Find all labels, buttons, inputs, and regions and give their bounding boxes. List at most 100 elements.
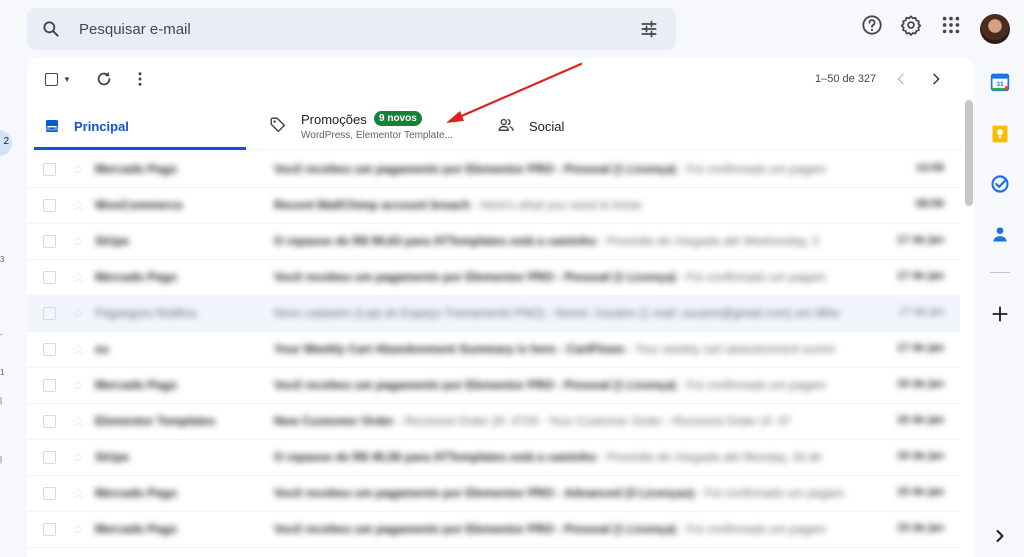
add-icon[interactable]: [990, 304, 1010, 324]
email-snippet: - Previsão de chegada até Monday, 16 de: [596, 450, 822, 464]
table-row[interactable]: ☆ Elementor Templates New Customer Order -…: [27, 404, 960, 440]
row-checkbox[interactable]: [43, 199, 56, 212]
chevron-left-icon[interactable]: [893, 68, 909, 90]
table-row[interactable]: ☆ Mercado Pago Você recebeu um pagamento p…: [27, 152, 960, 188]
tab-promocoes[interactable]: Promoções 9 novos WordPress, Elementor T…: [262, 100, 472, 150]
email-sender: WooCommerce: [95, 198, 183, 212]
search-input[interactable]: [79, 17, 619, 41]
table-row[interactable]: ☆ Stripe O repasse de R$ 45,56 para ATTemp…: [27, 440, 960, 476]
tab-principal[interactable]: Principal: [34, 100, 246, 150]
star-icon[interactable]: ☆: [72, 413, 85, 430]
keep-icon[interactable]: [990, 124, 1010, 144]
email-snippet: - Received Order (R: 4729 - Your Custome…: [394, 414, 791, 428]
email-date: 17 de jan: [896, 342, 944, 354]
email-subject: New Customer Order - Received Order (R: …: [274, 414, 859, 428]
email-subject: Your Weekly Cart Abandonment Summary is …: [274, 342, 859, 356]
email-date: 17 de jan: [898, 306, 944, 318]
email-snippet: - Foi confirmado um pagam: [694, 486, 845, 500]
star-icon[interactable]: ☆: [72, 197, 85, 214]
email-subject-text: Novo cadastro (Loja do Espaço Treinament…: [274, 306, 545, 320]
row-checkbox[interactable]: [43, 271, 56, 284]
more-vert-icon[interactable]: [131, 68, 149, 90]
tab-social-label: Social: [529, 119, 565, 134]
contacts-icon[interactable]: [990, 224, 1010, 244]
row-checkbox[interactable]: [43, 415, 56, 428]
email-snippet: - Here's what you need to know: [470, 198, 642, 212]
email-subject-text: Você recebeu um pagamento por Elementor …: [274, 270, 676, 284]
scrollbar-thumb[interactable]: [965, 100, 973, 206]
chevron-right-icon[interactable]: [928, 68, 944, 90]
star-icon[interactable]: ☆: [72, 305, 85, 322]
row-checkbox[interactable]: [43, 451, 56, 464]
row-checkbox[interactable]: [43, 379, 56, 392]
nav-active-indicator[interactable]: 2: [0, 130, 12, 156]
search-bar[interactable]: [27, 8, 676, 50]
search-icon[interactable]: [41, 19, 61, 39]
email-date: 16 de jan: [896, 414, 944, 426]
email-subject-text: O repasse de R$ 45,56 para ATTemplates e…: [274, 450, 597, 464]
select-all-checkbox[interactable]: ▼: [41, 68, 75, 90]
email-subject: Você recebeu um pagamento por Elementor …: [274, 378, 859, 392]
table-row[interactable]: ☆ eu Your Weekly Cart Abandonment Summary …: [27, 332, 960, 368]
star-icon[interactable]: ☆: [72, 233, 85, 250]
table-row[interactable]: ☆ Stripe O repasse de R$ 99,63 para ATTemp…: [27, 224, 960, 260]
refresh-icon[interactable]: [94, 68, 114, 90]
star-icon[interactable]: ☆: [72, 449, 85, 466]
calendar-icon[interactable]: 31: [990, 72, 1010, 92]
chevron-down-icon[interactable]: ▼: [63, 75, 71, 84]
category-tabs: Principal Promoções 9 novos WordPress, E…: [27, 100, 974, 150]
star-icon[interactable]: ☆: [72, 521, 85, 538]
table-row[interactable]: ☆ Mercado Pago Você recebeu um pagamento p…: [27, 368, 960, 404]
nav-fragment: |: [0, 396, 3, 405]
email-snippet: - Your weekly cart abandonment summ: [624, 342, 836, 356]
email-subject: Novo cadastro (Loja do Espaço Treinament…: [274, 306, 859, 320]
table-row[interactable]: ☆ Mercado Pago Você recebeu um pagamento p…: [27, 476, 960, 512]
table-row[interactable]: ☆ Mercado Pago Você recebeu um pagamento p…: [27, 512, 960, 548]
nav-fragment: |: [0, 455, 3, 464]
table-row[interactable]: ☆ WooCommerce Recent MailChimp account bre…: [27, 188, 960, 224]
row-checkbox[interactable]: [43, 163, 56, 176]
inbox-icon: [46, 120, 58, 132]
email-date: 17 de jan: [896, 270, 944, 282]
expand-icon[interactable]: [990, 526, 1010, 546]
star-icon[interactable]: ☆: [72, 161, 85, 178]
email-snippet: - Foi confirmado um pagam: [675, 270, 826, 284]
row-checkbox[interactable]: [43, 487, 56, 500]
email-subject-text: Você recebeu um pagamento por Elementor …: [274, 522, 676, 536]
email-sender: Mercado Pago: [95, 378, 178, 392]
email-sender: Elementor Templates: [95, 414, 216, 428]
star-icon[interactable]: ☆: [72, 341, 85, 358]
row-checkbox[interactable]: [43, 523, 56, 536]
star-icon[interactable]: ☆: [72, 377, 85, 394]
checkbox-icon[interactable]: [45, 72, 59, 86]
pagination-count: 1–50 de 327: [815, 73, 877, 85]
email-sender: Mercado Pago: [95, 522, 178, 536]
email-subject-text: Você recebeu um pagamento por Elementor …: [274, 486, 695, 500]
mail-panel: ▼ 1–50 de 327 Principal Promoções 9 novo…: [27, 58, 974, 557]
email-subject-text: O repasse de R$ 99,63 para ATTemplates e…: [274, 234, 597, 248]
tasks-icon[interactable]: [990, 174, 1010, 194]
star-icon[interactable]: ☆: [72, 269, 85, 286]
star-icon[interactable]: ☆: [72, 485, 85, 502]
avatar[interactable]: [980, 14, 1010, 44]
row-checkbox[interactable]: [43, 343, 56, 356]
scrollbar[interactable]: [964, 100, 974, 557]
table-row[interactable]: ☆ Pagseguro Notifica Novo cadastro (Loja d…: [27, 296, 960, 332]
tab-social[interactable]: Social: [490, 100, 700, 150]
settings-icon[interactable]: [900, 14, 922, 36]
row-checkbox[interactable]: [43, 235, 56, 248]
svg-text:31: 31: [996, 81, 1004, 88]
email-sender: Mercado Pago: [95, 270, 178, 284]
table-row[interactable]: ☆ Mercado Pago Você recebeu um pagamento p…: [27, 260, 960, 296]
row-checkbox[interactable]: [43, 307, 56, 320]
tune-icon[interactable]: [639, 19, 659, 39]
email-snippet: - Foi confirmado um pagam: [675, 162, 826, 176]
email-date: 14:09: [915, 162, 944, 174]
help-icon[interactable]: [861, 14, 883, 36]
email-list: ☆ Mercado Pago Você recebeu um pagamento p…: [27, 152, 960, 548]
apps-grid-icon[interactable]: [940, 14, 962, 36]
email-date: 16 de jan: [896, 450, 944, 462]
email-date: 15 de jan: [896, 486, 944, 498]
tag-icon: [270, 117, 286, 133]
email-sender: Stripe: [95, 450, 130, 464]
